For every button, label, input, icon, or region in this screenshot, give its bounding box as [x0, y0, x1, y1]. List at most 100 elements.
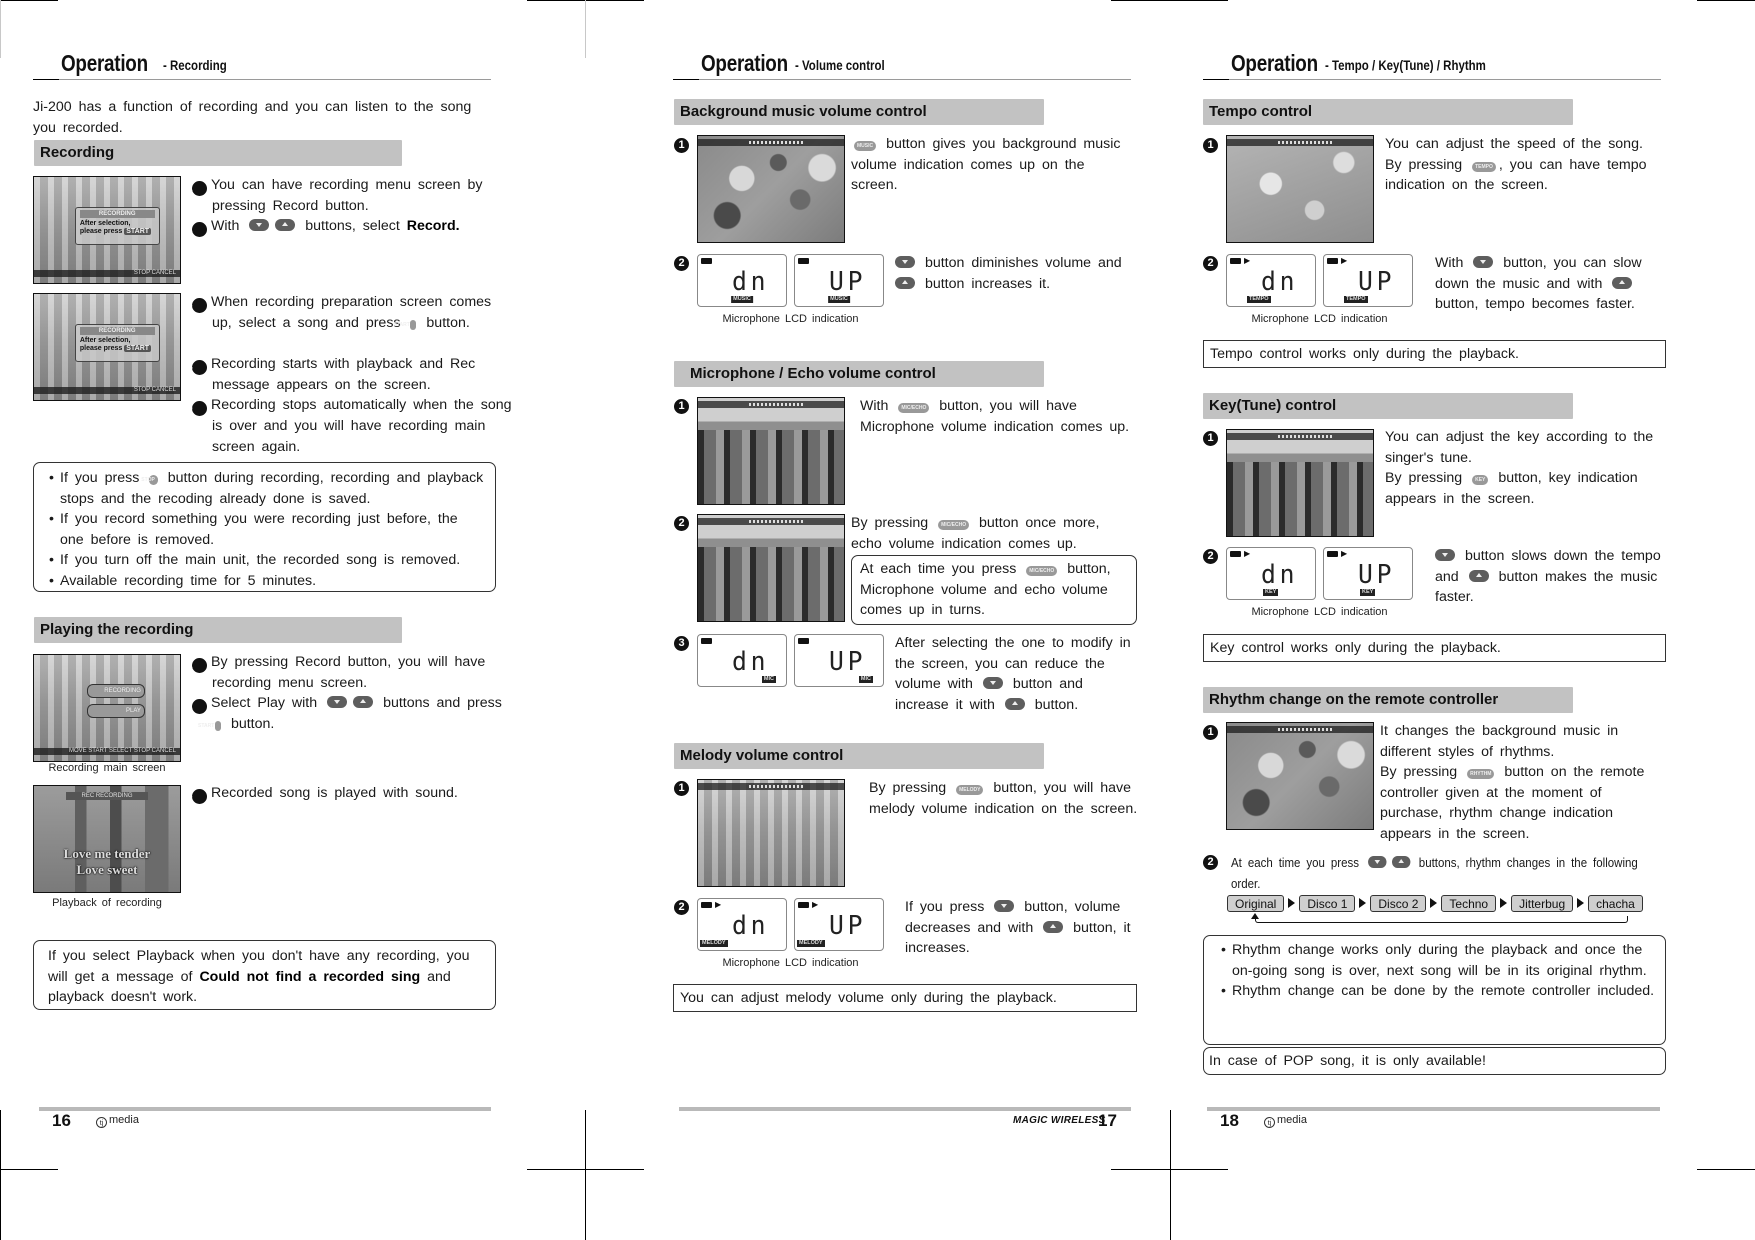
- crop-mark: [0, 0, 58, 1]
- rhythm-button-icon: RHYTHM: [1467, 769, 1495, 779]
- step-text: With: [211, 218, 240, 234]
- rhythm-order-flow: Original Disco 1 Disco 2 Techno Jitterbug cha…: [1227, 895, 1643, 913]
- loop-back-arrow-icon: [1251, 913, 1259, 919]
- page-number: 18: [1220, 1111, 1239, 1130]
- mic-echo-button-icon: MIC/ECHO: [938, 520, 970, 530]
- brand-logo: tj media: [1264, 1114, 1307, 1128]
- down-button-icon: [1435, 549, 1455, 561]
- recording-preparation-screenshot: RECORDING After selection, please press …: [33, 293, 181, 401]
- rhythm-notes-box: Rhythm change works only during the play…: [1203, 935, 1666, 1045]
- step-marker-2: 2: [674, 516, 689, 531]
- battery-icon: [1327, 551, 1338, 557]
- melody-button-icon: MELODY: [956, 785, 984, 795]
- tempo-note-box: Tempo control works only during the play…: [1203, 340, 1666, 368]
- note-item: If you record something you were recordi…: [44, 509, 484, 550]
- down-button-icon: [994, 900, 1015, 912]
- up-button-icon: [1391, 856, 1411, 868]
- step-text: Recorded song is played with sound.: [211, 785, 458, 801]
- up-button-icon: [353, 696, 374, 708]
- step-marker-1: 1: [674, 138, 689, 153]
- header-subtitle: - Tempo / Key(Tune) / Rhythm: [1325, 58, 1486, 73]
- battery-icon: [798, 902, 809, 908]
- page-number: 17: [1098, 1111, 1117, 1130]
- up-button-icon: [1612, 276, 1633, 289]
- note-text: In case of POP song, it is only availabl…: [1209, 1053, 1486, 1069]
- header-title: Operation: [61, 50, 148, 76]
- rhythm-step-2-text: At each time you press buttons, rhythm c…: [1231, 856, 1638, 891]
- osd-dialog: RECORDING After selection, please press …: [74, 323, 160, 362]
- lcd-down: ▶ dn KEY: [1226, 547, 1316, 600]
- melody-volume-screenshot: [697, 779, 845, 887]
- section-title-playing: Playing the recording: [34, 617, 402, 643]
- lcd-up: UP MUSIC: [794, 254, 884, 307]
- page-header: Operation - Recording: [33, 46, 491, 80]
- intro-text: Ji-200 has a function of recording and y…: [33, 99, 472, 136]
- lcd-down: ▶ dn MELODY: [697, 898, 787, 951]
- pop-note-box: In case of POP song, it is only availabl…: [1203, 1047, 1666, 1075]
- step-text: buttons, select: [305, 218, 400, 234]
- play-icon: ▶: [715, 900, 722, 909]
- step-text: button.: [230, 716, 275, 732]
- battery-icon: [701, 258, 712, 264]
- down-button-icon: [249, 219, 270, 231]
- up-button-icon: [1004, 697, 1025, 710]
- osd-line: After selection,: [79, 336, 131, 344]
- step-marker-3: 3: [186, 789, 207, 804]
- play-step-3: 3 Recorded song is played with sound.: [186, 783, 517, 804]
- note-item: Available recording time for 5 minutes.: [44, 571, 484, 592]
- osd-line: please press: [79, 344, 123, 352]
- up-button-icon: [1468, 569, 1489, 582]
- crop-mark: [1697, 1169, 1755, 1170]
- info-text: If you select Playback when you don't ha…: [48, 948, 470, 1005]
- section-title-rhythm: Rhythm change on the remote controller: [1203, 687, 1573, 713]
- stop-button-icon: STOP: [141, 475, 158, 485]
- step-2: 2 With buttons, select Record.: [186, 216, 517, 237]
- osd-line: After selection,: [79, 219, 131, 227]
- step-marker-1: 1: [1203, 725, 1218, 740]
- recording-notes-box: If you press STOP button during recordin…: [33, 462, 496, 592]
- rhythm-option: Original: [1227, 895, 1285, 912]
- notes-list: Rhythm change works only during the play…: [1216, 940, 1656, 1002]
- mic-volume-screenshot: [697, 397, 845, 505]
- tj-logo-icon: tj: [96, 1117, 107, 1128]
- crop-mark: [0, 1169, 58, 1170]
- lyric-line: Love sweet: [76, 862, 138, 877]
- step-marker-3: 3: [186, 298, 207, 313]
- rhythm-option: Disco 2: [1370, 895, 1427, 912]
- key-screenshot: [1226, 429, 1374, 537]
- tj-logo-icon: tj: [1264, 1117, 1275, 1128]
- step-marker-2: 2: [1203, 549, 1218, 564]
- section-title-key: Key(Tune) control: [1203, 393, 1573, 419]
- bgm-step-2-text: button diminishes volume and button incr…: [895, 253, 1135, 294]
- mic-step-2-text: By pressing MIC/ECHO button once more, e…: [851, 515, 1100, 552]
- footer-rule: [39, 1107, 491, 1111]
- step-text: By pressing Record button, you will have…: [211, 654, 486, 691]
- note-item: If you turn off the main unit, the recor…: [44, 550, 484, 571]
- screen-caption: Recording main screen: [48, 762, 166, 774]
- magic-wireless-logo: MAGIC WIRELESS: [1013, 1115, 1106, 1126]
- step-marker-1: 1: [186, 181, 207, 196]
- osd-banner: REC RECORDING: [66, 792, 148, 800]
- step-marker-1: 1: [1203, 138, 1218, 153]
- step-marker-2: 2: [674, 256, 689, 271]
- key-bar: [1227, 433, 1373, 440]
- osd-footer: STOP CANCEL: [34, 387, 180, 394]
- arrow-right-icon: [1288, 898, 1296, 908]
- crop-mark: [1697, 0, 1755, 1]
- step-marker-1: 1: [1203, 431, 1218, 446]
- crop-mark: [585, 1110, 586, 1240]
- section-title-bgm-volume: Background music volume control: [674, 99, 1044, 125]
- footer-rule: [679, 1107, 1131, 1111]
- lcd-caption: Microphone LCD indication: [1251, 313, 1388, 325]
- lcd-up: ▶ UP MELODY: [794, 898, 884, 951]
- osd-footer: STOP CANCEL: [34, 270, 180, 277]
- header-title: Operation: [701, 50, 788, 76]
- play-step-1: 1 By pressing Record button, you will hav…: [186, 652, 517, 694]
- section-title-melody-volume: Melody volume control: [674, 743, 1044, 769]
- section-title-recording: Recording: [34, 140, 402, 166]
- osd-menu-item: PLAY: [86, 703, 145, 718]
- osd-dialog: RECORDING After selection, please press …: [74, 206, 160, 245]
- battery-icon: [701, 638, 712, 644]
- step-marker-1: 1: [186, 658, 207, 673]
- up-button-icon: [275, 219, 296, 231]
